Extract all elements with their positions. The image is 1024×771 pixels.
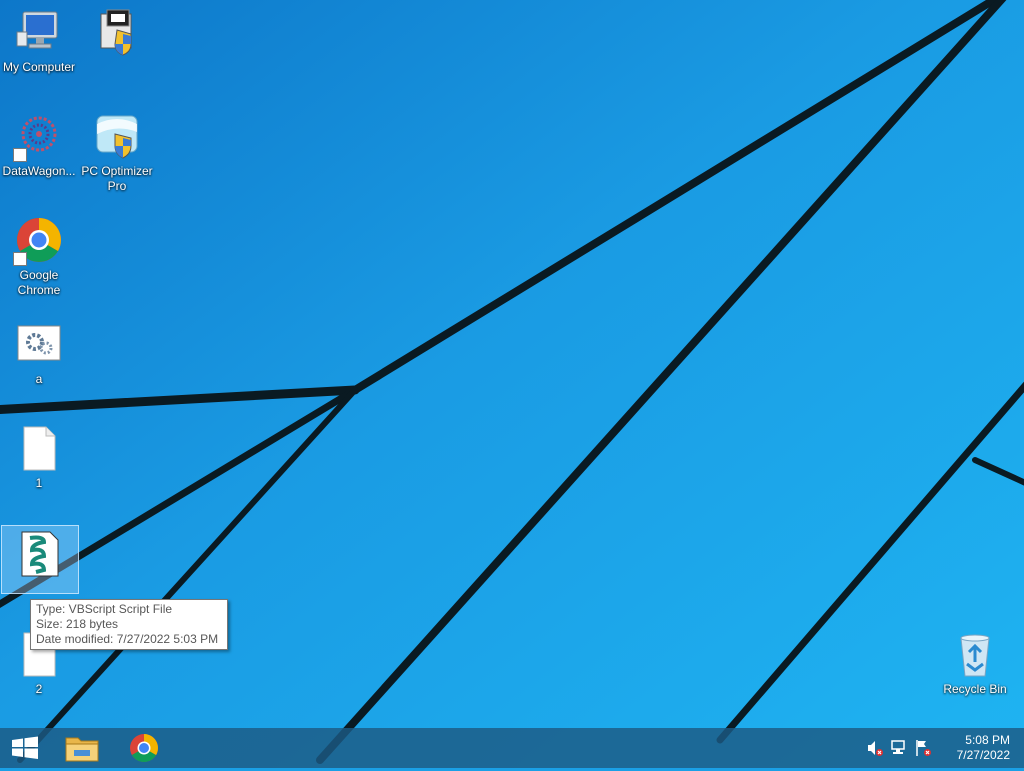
desktop-icon-google-chrome[interactable]: Google Chrome [1,216,77,298]
taskbar-chrome[interactable] [118,728,170,768]
tooltip-date-modified: Date modified: 7/27/2022 5:03 PM [36,632,219,646]
volume-muted-icon[interactable] [866,738,884,758]
desktop-icon-label: PC Optimizer Pro [81,164,153,193]
shortcut-arrow-icon [13,252,27,266]
desktop-icon-installer[interactable] [79,8,155,60]
my-computer-icon [15,8,63,56]
desktop-icon-datawagon[interactable]: DataWagon... [1,112,77,179]
desktop-icon-label: 1 [35,476,43,490]
chrome-icon [130,734,158,762]
pc-optimizer-pro-icon [93,112,141,160]
taskbar-file-explorer[interactable] [56,728,108,768]
desktop-icon-my-computer[interactable]: My Computer [1,8,77,75]
recycle-bin-icon [951,630,999,678]
network-icon[interactable] [890,738,908,758]
desktop-icon-pc-optimizer-pro[interactable]: PC Optimizer Pro [79,112,155,194]
settings-file-icon [15,320,63,368]
shortcut-arrow-icon [13,148,27,162]
desktop-icon-label: 2 [35,682,43,696]
taskbar-clock[interactable]: 5:08 PM 7/27/2022 [934,733,1010,763]
file-info-tooltip: Type: VBScript Script File Size: 218 byt… [30,599,228,650]
desktop-icon-label: My Computer [2,60,76,74]
taskbar: 5:08 PM 7/27/2022 [0,728,1024,768]
desktop-icon-label: Google Chrome [17,268,61,297]
clock-time: 5:08 PM [965,733,1010,747]
desktop-icon-a[interactable]: a [1,320,77,387]
desktop-icon-recycle-bin[interactable]: Recycle Bin [937,630,1013,697]
vbscript-file-icon [16,530,64,578]
windows-logo-icon [12,736,38,759]
tooltip-type: Type: VBScript Script File [36,602,173,616]
file-explorer-icon [65,737,99,762]
system-tray [866,738,936,758]
clock-date: 7/27/2022 [956,748,1010,762]
action-center-flag-icon[interactable] [914,738,932,758]
tooltip-size: Size: 218 bytes [36,617,119,631]
desktop-icon-label: DataWagon... [2,164,76,178]
installer-shield-icon [93,8,141,56]
desktop-icon-1[interactable]: 1 [1,424,77,491]
desktop-icon-label: a [35,372,43,386]
datawagon-icon [13,112,63,162]
chrome-icon [13,216,63,266]
desktop-icon-label: Recycle Bin [943,682,1007,696]
start-button[interactable] [0,728,52,768]
blank-file-icon [15,424,63,472]
desktop-icon-vbscript-file[interactable] [1,525,79,594]
